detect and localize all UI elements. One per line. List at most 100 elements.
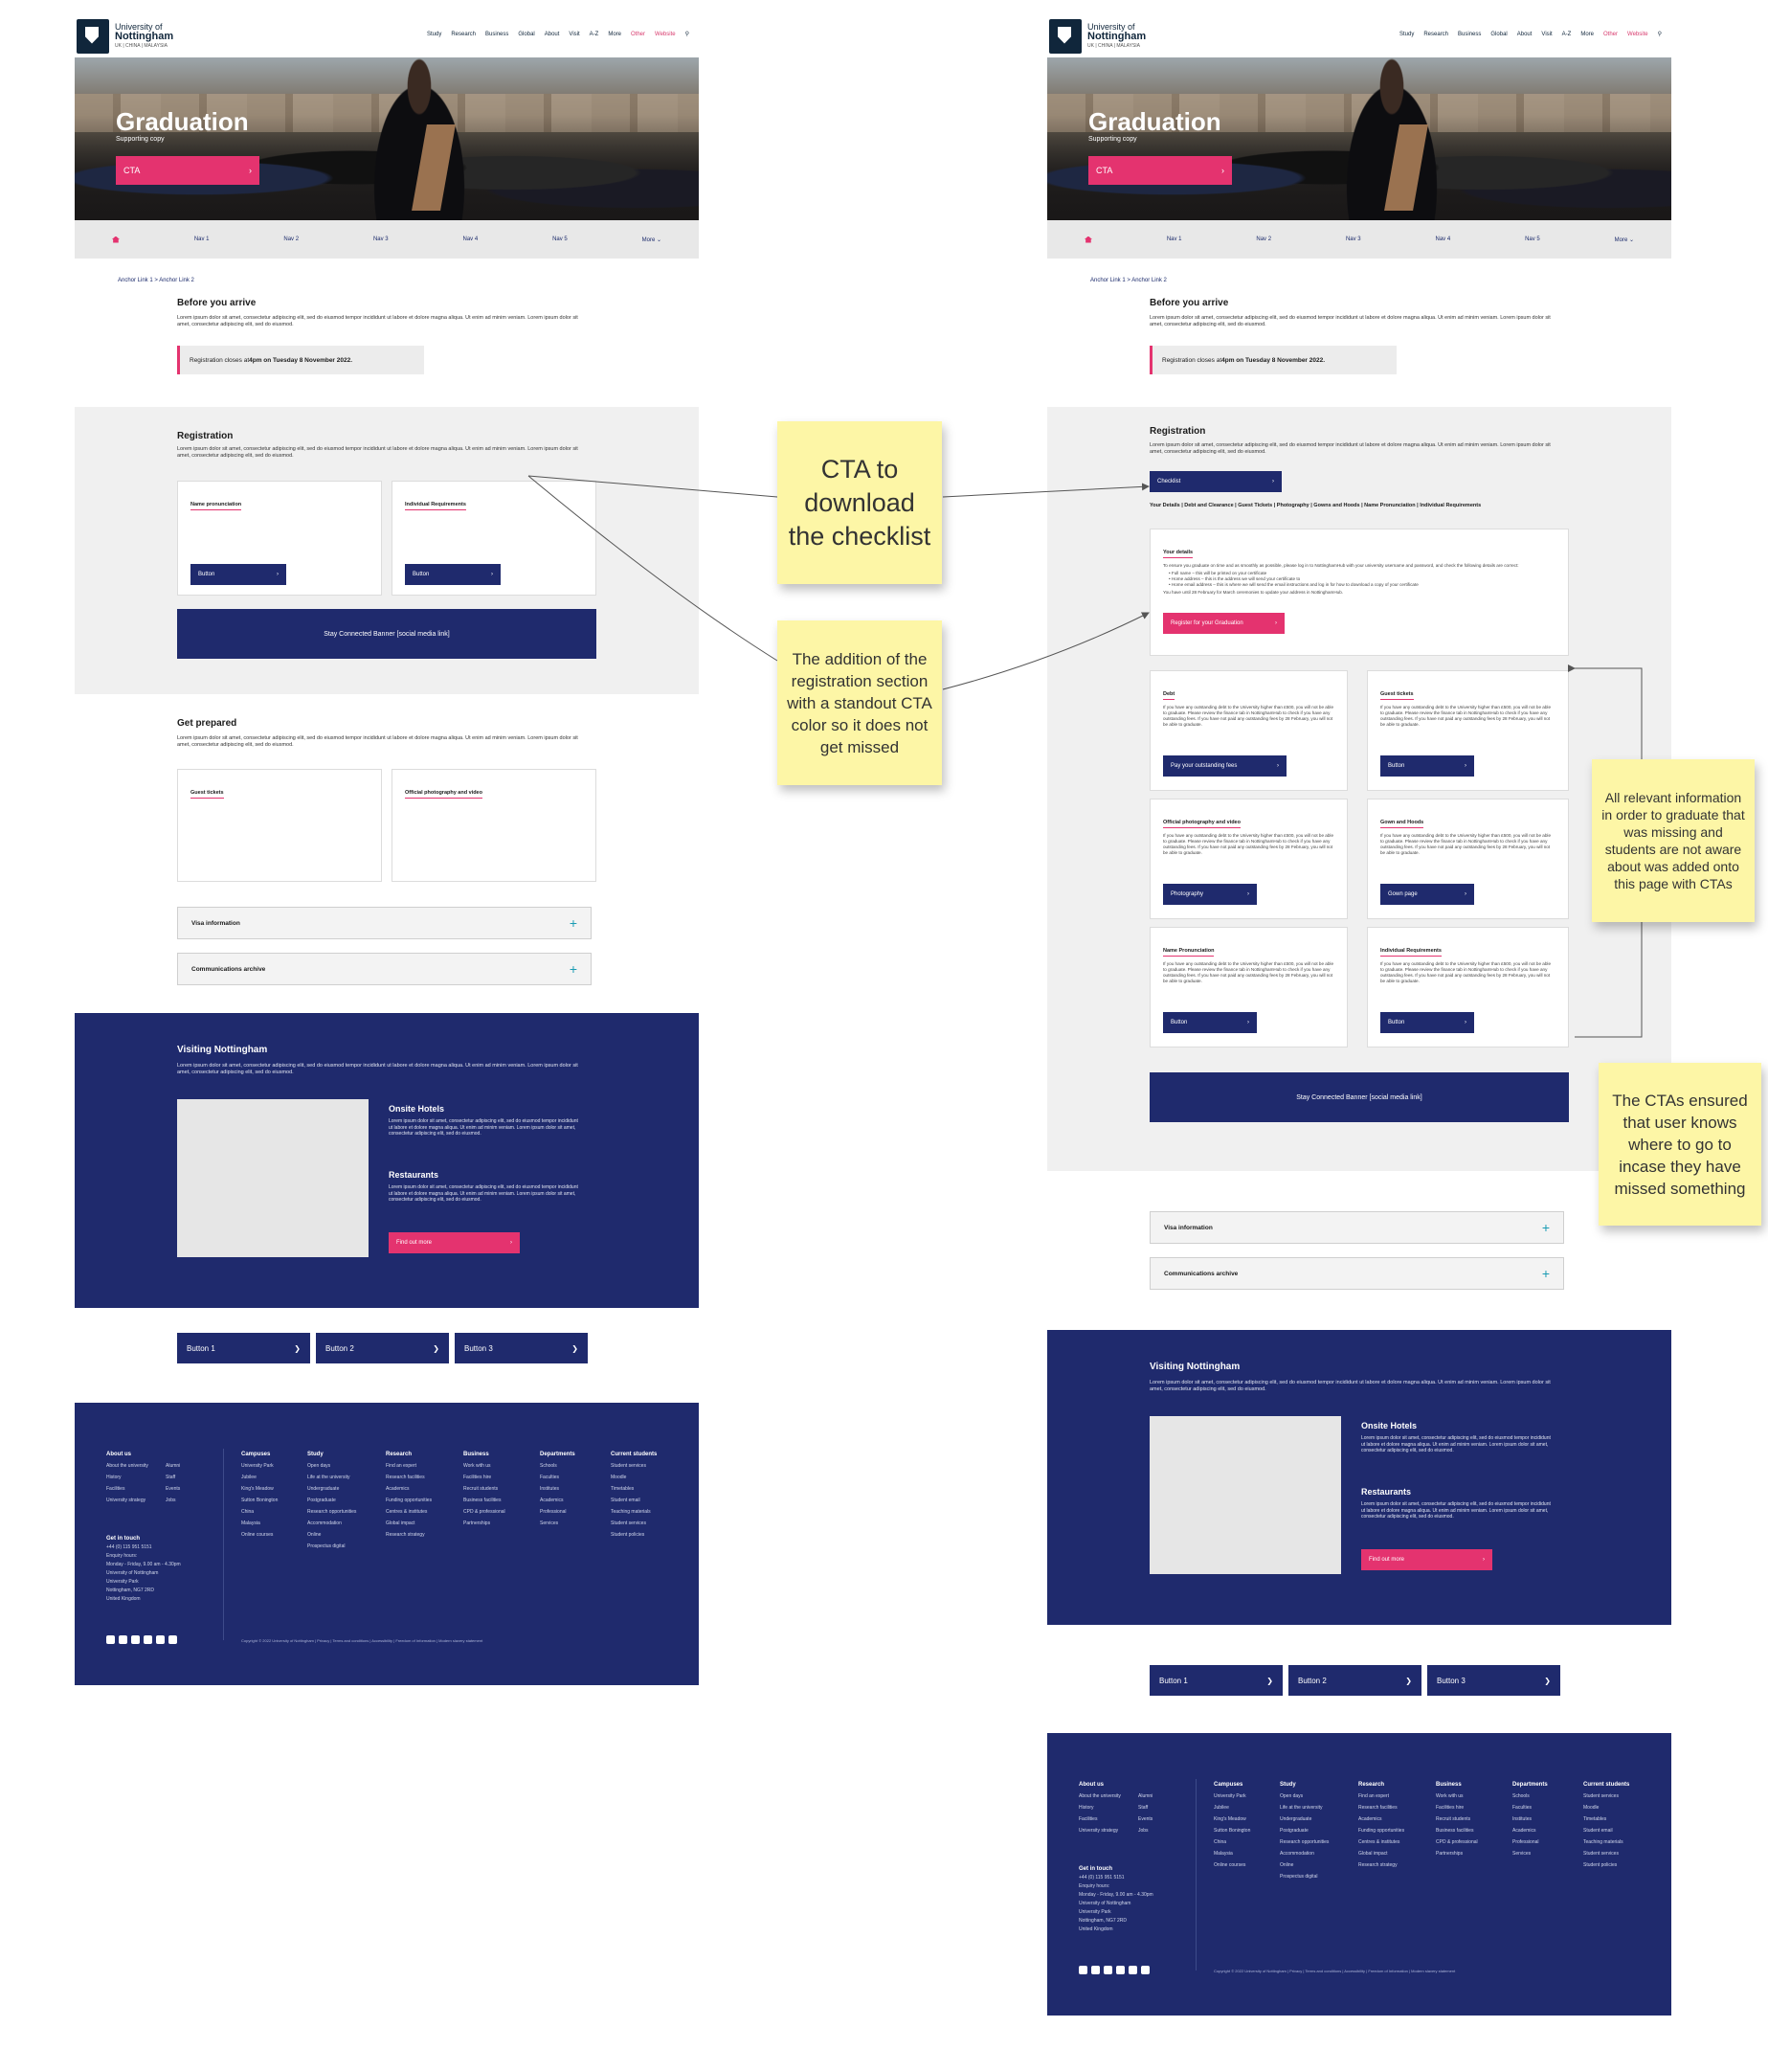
- subnav-item[interactable]: Nav 5: [552, 236, 568, 242]
- find-out-more-button[interactable]: Find out more ›: [1361, 1549, 1492, 1570]
- nav-visit[interactable]: Visit: [569, 32, 579, 37]
- card-button[interactable]: Button ›: [1380, 755, 1474, 777]
- subnav-item[interactable]: Nav 1: [1167, 236, 1182, 242]
- find-out-more-button[interactable]: Find out more ›: [389, 1232, 520, 1253]
- hero-cta-button[interactable]: CTA ›: [1088, 156, 1232, 185]
- registration-section: Registration Lorem ipsum dolor sit amet,…: [75, 407, 699, 694]
- nav-global[interactable]: Global: [1490, 32, 1507, 37]
- nav-business[interactable]: Business: [1458, 32, 1481, 37]
- hero-supporting: Supporting copy: [1088, 136, 1137, 143]
- logo[interactable]: University of Nottingham UK | CHINA | MALA…: [1049, 18, 1146, 54]
- facebook-icon[interactable]: [1079, 1966, 1087, 1974]
- stay-connected-banner[interactable]: Stay Connected Banner [social media link…: [1150, 1072, 1569, 1122]
- card-guest-tickets[interactable]: Guest tickets: [177, 769, 382, 882]
- chevron-right-icon: ›: [1465, 1020, 1466, 1025]
- home-icon[interactable]: [111, 236, 120, 243]
- chevron-right-icon: ❯: [294, 1343, 301, 1353]
- subnav-item[interactable]: Nav 2: [283, 236, 299, 242]
- before-arrive-title: Before you arrive: [177, 298, 257, 308]
- visit-image: [1150, 1416, 1341, 1574]
- accordion-communications[interactable]: Communications archive +: [1150, 1257, 1564, 1290]
- nav-more[interactable]: More: [1580, 32, 1594, 37]
- card-button[interactable]: Button ›: [190, 564, 286, 585]
- chevron-right-icon: ›: [1465, 763, 1466, 769]
- subnav-more[interactable]: More ⌄: [1615, 236, 1634, 243]
- nav-business[interactable]: Business: [485, 32, 508, 37]
- card-button[interactable]: Button ›: [405, 564, 501, 585]
- nav-study[interactable]: Study: [427, 32, 441, 37]
- vk-icon[interactable]: [1141, 1966, 1150, 1974]
- instagram-icon[interactable]: [119, 1635, 127, 1644]
- twitter-icon[interactable]: [1104, 1966, 1112, 1974]
- vk-icon[interactable]: [168, 1635, 177, 1644]
- breadcrumb[interactable]: Anchor Link 1 > Anchor Link 2: [118, 278, 699, 283]
- subnav-item[interactable]: Nav 3: [373, 236, 389, 242]
- subnav-item[interactable]: Nav 3: [1346, 236, 1361, 242]
- button-2[interactable]: Button 2 ❯: [316, 1333, 449, 1363]
- checklist-button[interactable]: Checklist ›: [1150, 471, 1282, 492]
- chevron-right-icon: ›: [1221, 166, 1224, 175]
- card-photography[interactable]: Official photography and video: [392, 769, 596, 882]
- search-icon[interactable]: ⚲: [685, 31, 689, 37]
- card-button[interactable]: Button ›: [1163, 1012, 1257, 1033]
- facebook-icon[interactable]: [106, 1635, 115, 1644]
- hero-supporting: Supporting copy: [116, 136, 165, 143]
- visiting-section: Visiting Nottingham Lorem ipsum dolor si…: [1047, 1330, 1671, 1625]
- photography-button[interactable]: Photography ›: [1163, 884, 1257, 905]
- button-1[interactable]: Button 1 ❯: [177, 1333, 310, 1363]
- top-nav: Study Research Business Global About Vis…: [1399, 31, 1662, 38]
- nav-research[interactable]: Research: [1423, 32, 1448, 37]
- before-arrive-section: Before you arrive Lorem ipsum dolor sit …: [177, 298, 589, 374]
- subnav-item[interactable]: Nav 4: [1436, 236, 1451, 242]
- breadcrumb[interactable]: Anchor Link 1 > Anchor Link 2: [1090, 278, 1671, 283]
- card-button[interactable]: Button ›: [1380, 1012, 1474, 1033]
- subnav-item[interactable]: Nav 4: [463, 236, 479, 242]
- hero-cta-button[interactable]: CTA ›: [116, 156, 259, 185]
- subnav-item[interactable]: Nav 2: [1256, 236, 1271, 242]
- button-2[interactable]: Button 2 ❯: [1288, 1665, 1421, 1696]
- nav-global[interactable]: Global: [518, 32, 534, 37]
- nav-visit[interactable]: Visit: [1541, 32, 1552, 37]
- search-icon[interactable]: ⚲: [1658, 31, 1662, 37]
- lang-website[interactable]: Website: [1627, 32, 1648, 37]
- register-button[interactable]: Register for your Graduation ›: [1163, 613, 1285, 634]
- button-3[interactable]: Button 3 ❯: [1427, 1665, 1560, 1696]
- sticky-note-relevant-info: All relevant information in order to gra…: [1592, 759, 1755, 922]
- registration-notice: Registration closes at 4pm on Tuesday 8 …: [177, 346, 424, 374]
- site-header: University of Nottingham UK | CHINA | MALA…: [75, 14, 699, 57]
- linkedin-icon[interactable]: [144, 1635, 152, 1644]
- youtube-icon[interactable]: [1129, 1966, 1137, 1974]
- logo[interactable]: University of Nottingham UK | CHINA | MALA…: [77, 18, 173, 54]
- accordion-visa[interactable]: Visa information +: [177, 907, 592, 939]
- nav-more[interactable]: More: [608, 32, 621, 37]
- button-3[interactable]: Button 3 ❯: [455, 1333, 588, 1363]
- subnav-item[interactable]: Nav 1: [194, 236, 210, 242]
- nav-about[interactable]: About: [545, 32, 560, 37]
- card-debt: Debt If you have any outstanding debt to…: [1150, 670, 1348, 791]
- nav-about[interactable]: About: [1517, 32, 1533, 37]
- button-1[interactable]: Button 1 ❯: [1150, 1665, 1283, 1696]
- gown-page-button[interactable]: Gown page ›: [1380, 884, 1474, 905]
- instagram-icon[interactable]: [1091, 1966, 1100, 1974]
- lang-other[interactable]: Other: [631, 32, 645, 37]
- nav-az[interactable]: A-Z: [590, 32, 599, 37]
- nav-research[interactable]: Research: [451, 32, 476, 37]
- before-arrive-title: Before you arrive: [1150, 298, 1229, 308]
- accordion-visa[interactable]: Visa information +: [1150, 1211, 1564, 1244]
- pay-fees-button[interactable]: Pay your outstanding fees ›: [1163, 755, 1287, 777]
- accordion-communications[interactable]: Communications archive +: [177, 953, 592, 985]
- youtube-icon[interactable]: [156, 1635, 165, 1644]
- lang-website[interactable]: Website: [655, 32, 676, 37]
- crest-icon: [77, 18, 109, 54]
- nav-study[interactable]: Study: [1399, 32, 1414, 37]
- subnav-item[interactable]: Nav 5: [1525, 236, 1540, 242]
- subnav-more[interactable]: More ⌄: [642, 236, 661, 243]
- home-icon[interactable]: [1084, 236, 1092, 243]
- stay-connected-banner[interactable]: Stay Connected Banner [social media link…: [177, 609, 596, 659]
- registration-section: Registration Lorem ipsum dolor sit amet,…: [1047, 407, 1671, 1171]
- twitter-icon[interactable]: [131, 1635, 140, 1644]
- anchor-links[interactable]: Your Details | Debt and Clearance | Gues…: [1150, 503, 1481, 508]
- lang-other[interactable]: Other: [1603, 32, 1618, 37]
- linkedin-icon[interactable]: [1116, 1966, 1125, 1974]
- nav-az[interactable]: A-Z: [1562, 32, 1572, 37]
